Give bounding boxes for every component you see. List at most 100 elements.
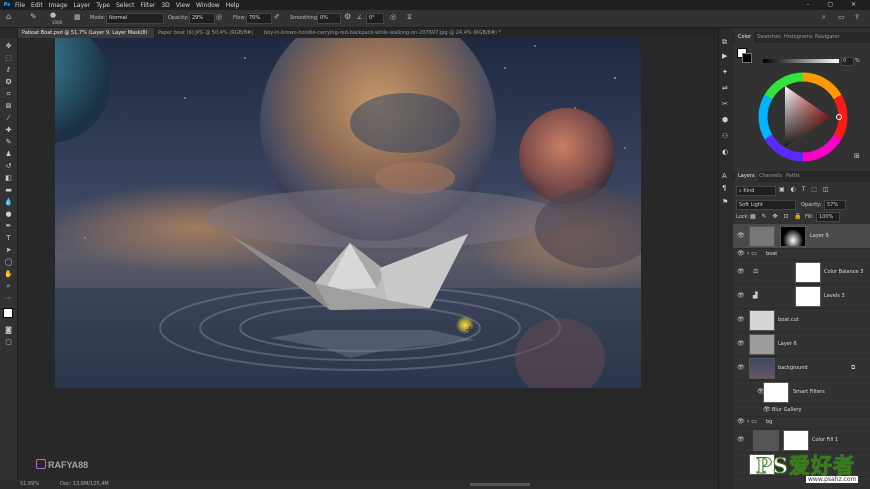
more-tools-icon[interactable]: ⋯ xyxy=(4,294,13,303)
move-tool-icon[interactable]: ✥ xyxy=(4,42,13,51)
clone-stamp-icon[interactable]: ♟ xyxy=(4,150,13,159)
brush-settings-icon[interactable]: ▦ xyxy=(74,13,81,21)
layer-filter-select[interactable]: ⌕ Kind xyxy=(736,186,776,196)
brightness-slider[interactable] xyxy=(763,59,839,63)
layer-opacity-field[interactable]: 57% xyxy=(824,200,846,210)
brush-panel-icon[interactable]: ✂ xyxy=(722,100,728,108)
tab-boy-hoodie[interactable]: boy-in-brown-hoodie-carrying-red-backpac… xyxy=(260,28,526,38)
tab-paboat[interactable]: Paboat Boat.psd @ 51,7% (Layer 9, Layer … xyxy=(18,28,154,46)
home-icon[interactable]: ⌂ xyxy=(6,12,11,21)
visibility-eye-icon[interactable]: 👁 xyxy=(737,232,745,239)
healing-brush-icon[interactable]: ✚ xyxy=(4,126,13,135)
opacity-field[interactable]: 29% xyxy=(189,13,215,24)
adjustments-panel-icon[interactable]: ⇌ xyxy=(722,84,728,92)
fill-field[interactable]: 100% xyxy=(816,212,840,222)
character-panel-icon[interactable]: A xyxy=(722,172,727,180)
brush-tool-icon[interactable]: ✎ xyxy=(30,12,37,21)
workspace-icon[interactable]: ▭ xyxy=(838,13,845,21)
menu-help[interactable]: Help xyxy=(226,2,240,9)
eraser-icon[interactable]: ◧ xyxy=(4,174,13,183)
layer-row-layer6[interactable]: 👁 Layer 6 xyxy=(733,332,870,357)
marquee-tool-icon[interactable]: ⬚ xyxy=(4,54,13,63)
tab-histograms[interactable]: Histograms xyxy=(781,32,816,43)
menu-filter[interactable]: Filter xyxy=(141,2,156,9)
foreground-color-swatch[interactable] xyxy=(3,308,13,318)
menu-type[interactable]: Type xyxy=(96,2,110,9)
paragraph-panel-icon[interactable]: ¶ xyxy=(722,184,726,192)
menu-image[interactable]: Image xyxy=(49,2,68,9)
pen-tool-icon[interactable]: ✒ xyxy=(4,222,13,231)
zoom-tool-icon[interactable]: ⌕ xyxy=(4,282,13,291)
visibility-eye-icon[interactable]: 👁 xyxy=(737,418,745,425)
type-tool-icon[interactable]: T xyxy=(4,234,13,243)
layer-row-smart-filters[interactable]: 👁 Smart Filters xyxy=(733,380,870,405)
tab-navigator[interactable]: Navigator xyxy=(812,32,842,43)
pressure-opacity-icon[interactable]: ◎ xyxy=(216,13,222,21)
visibility-eye-icon[interactable]: 👁 xyxy=(763,406,771,413)
visibility-eye-icon[interactable]: 👁 xyxy=(737,436,745,443)
layer-mask-thumbnail[interactable] xyxy=(783,430,809,451)
window-controls[interactable]: – ▢ ✕ xyxy=(806,1,864,8)
menu-edit[interactable]: Edit xyxy=(31,2,43,9)
lasso-tool-icon[interactable]: ℓ xyxy=(4,66,13,75)
expand-color-icon[interactable]: ⊞ xyxy=(854,152,860,160)
brush-preset-dot[interactable]: ● xyxy=(50,11,56,19)
menu-file[interactable]: File xyxy=(15,2,25,9)
search-icon[interactable]: ⌕ xyxy=(822,13,826,22)
crop-tool-icon[interactable]: ⌗ xyxy=(4,90,13,99)
flow-field[interactable]: 70% xyxy=(246,13,272,24)
layer-mask-thumbnail[interactable] xyxy=(795,262,821,283)
symmetry-icon[interactable]: ⧖ xyxy=(407,13,412,22)
share-icon[interactable]: ⇪ xyxy=(854,13,860,21)
history-brush-icon[interactable]: ↺ xyxy=(4,162,13,171)
hand-tool-icon[interactable]: ✋ xyxy=(4,270,13,279)
path-select-icon[interactable]: ➤ xyxy=(4,246,13,255)
tab-paper-boat[interactable]: Paper boat (6).JPG @ 50,4% (RGB/8#) * xyxy=(154,28,260,46)
glyphs-panel-icon[interactable]: ⚑ xyxy=(722,198,728,206)
document-canvas[interactable]: ✛ xyxy=(55,38,641,388)
layer-filter-icons[interactable]: ▣ ◐ T ⬚ ◫ xyxy=(779,186,831,193)
layer-row-background[interactable]: 👁 background ⧉ xyxy=(733,356,870,381)
brush-tool-sidebar-icon[interactable]: ✎ xyxy=(4,138,13,147)
smoothing-gear-icon[interactable]: ⚙ xyxy=(344,12,351,21)
visibility-eye-icon[interactable]: 👁 xyxy=(737,364,745,371)
quick-select-icon[interactable]: ✪ xyxy=(4,78,13,87)
menu-window[interactable]: Window xyxy=(196,2,220,9)
visibility-eye-icon[interactable]: 👁 xyxy=(737,268,745,275)
dodge-tool-icon[interactable]: ● xyxy=(4,210,13,219)
visibility-eye-icon[interactable]: 👁 xyxy=(737,340,745,347)
airbrush-icon[interactable]: ✐ xyxy=(274,13,280,21)
layer-mask-thumbnail[interactable] xyxy=(780,226,806,247)
gradient-icon[interactable]: ▬ xyxy=(4,186,13,195)
visibility-eye-icon[interactable]: 👁 xyxy=(737,316,745,323)
zoom-value[interactable]: 51,69% xyxy=(20,481,39,487)
tab-color[interactable]: Color xyxy=(735,32,755,43)
screen-mode-icon[interactable]: ▢ xyxy=(4,338,13,347)
layer-row-levels[interactable]: 👁 ▟ Levels 3 xyxy=(733,284,870,309)
color-bg-swatch[interactable] xyxy=(742,53,752,63)
frame-tool-icon[interactable]: ⊠ xyxy=(4,102,13,111)
3d-panel-icon[interactable]: ⬢ xyxy=(722,116,728,124)
menu-layer[interactable]: Layer xyxy=(73,2,90,9)
smoothing-field[interactable]: 0% xyxy=(317,13,341,24)
blend-mode-select[interactable]: Soft Light xyxy=(736,200,796,210)
layer-row-layer9[interactable]: 👁 Layer 9 xyxy=(733,224,870,249)
properties-panel-icon[interactable]: ✦ xyxy=(722,68,728,76)
menu-view[interactable]: View xyxy=(176,2,190,9)
shape-tool-icon[interactable]: ◯ xyxy=(4,258,13,267)
menu-select[interactable]: Select xyxy=(116,2,135,9)
styles-panel-icon[interactable]: ◐ xyxy=(722,148,728,156)
brightness-value[interactable]: 0 xyxy=(841,57,854,66)
clone-source-icon[interactable]: ⚇ xyxy=(722,132,728,140)
tab-layers[interactable]: Layers xyxy=(735,171,758,182)
layer-row-boat-cut[interactable]: 👁 boat.cut xyxy=(733,308,870,333)
history-panel-icon[interactable]: ⧉ xyxy=(722,38,727,47)
color-wheel[interactable] xyxy=(758,72,848,162)
quick-mask-icon[interactable]: ◙ xyxy=(4,326,13,335)
play-actions-icon[interactable]: ▶ xyxy=(722,52,727,60)
eyedropper-icon[interactable]: ⁄ xyxy=(4,114,13,123)
tab-paths[interactable]: Paths xyxy=(783,171,803,182)
tab-swatches[interactable]: Swatches xyxy=(754,32,784,43)
blur-tool-icon[interactable]: 💧 xyxy=(4,198,13,207)
photoshop-logo-icon[interactable]: Ps xyxy=(3,1,11,9)
